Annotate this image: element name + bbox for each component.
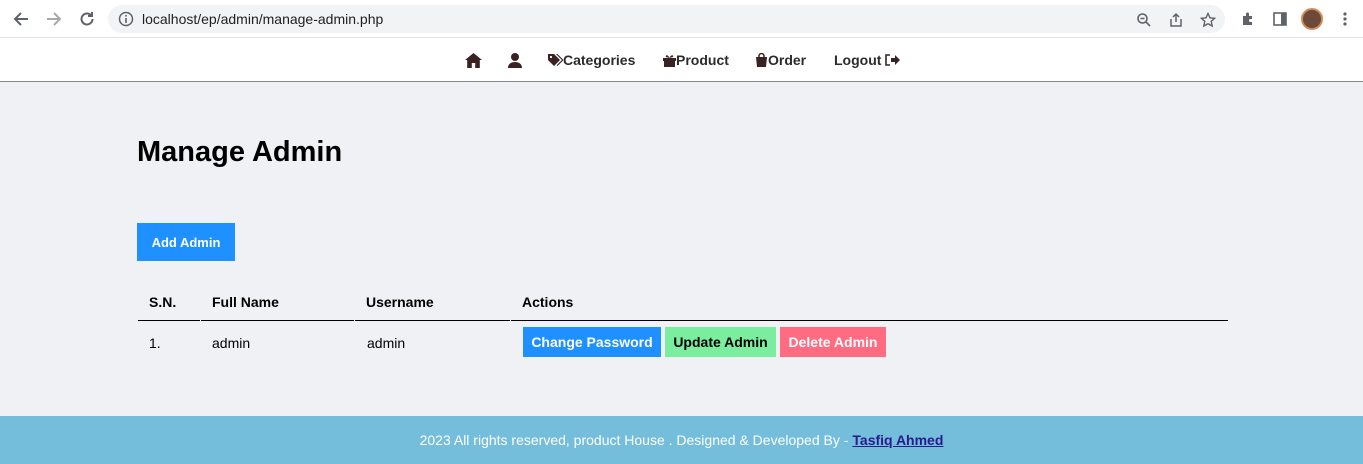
tags-icon bbox=[548, 53, 563, 66]
cell-sn: 1. bbox=[149, 335, 161, 351]
bookmark-star-icon[interactable] bbox=[1199, 11, 1217, 29]
shopping-bag-icon bbox=[756, 53, 767, 67]
nav-categories[interactable]: Categories bbox=[548, 51, 635, 69]
nav-logout-label: Logout bbox=[834, 52, 882, 68]
user-icon bbox=[508, 52, 522, 68]
nav-home[interactable] bbox=[465, 51, 482, 69]
header-username: Username bbox=[366, 294, 434, 310]
browser-toolbar: localhost/ep/admin/manage-admin.php bbox=[0, 0, 1363, 38]
site-footer: 2023 All rights reserved, product House … bbox=[0, 416, 1363, 464]
zoom-icon[interactable] bbox=[1135, 11, 1153, 29]
author-link[interactable]: Tasfiq Ahmed bbox=[852, 432, 943, 448]
home-icon bbox=[465, 52, 482, 68]
nav-product-label: Product bbox=[676, 52, 729, 68]
back-arrow-icon[interactable] bbox=[9, 7, 33, 31]
header-divider bbox=[355, 320, 510, 321]
delete-admin-button[interactable]: Delete Admin bbox=[780, 327, 886, 357]
nav-categories-label: Categories bbox=[563, 52, 636, 68]
profile-avatar[interactable] bbox=[1301, 8, 1323, 30]
nav-order[interactable]: Order bbox=[755, 51, 806, 69]
cell-full-name: admin bbox=[212, 335, 251, 351]
url-text: localhost/ep/admin/manage-admin.php bbox=[142, 11, 384, 27]
gift-icon bbox=[663, 54, 676, 67]
cell-username: admin bbox=[367, 335, 406, 351]
header-actions: Actions bbox=[522, 294, 574, 310]
nav-profile[interactable] bbox=[508, 51, 522, 69]
more-menu-icon[interactable] bbox=[1334, 8, 1356, 30]
site-navbar: Categories Product Order Logout bbox=[0, 38, 1363, 82]
header-sn: S.N. bbox=[149, 294, 177, 310]
nav-product[interactable]: Product bbox=[663, 51, 729, 69]
header-full-name: Full Name bbox=[212, 294, 279, 310]
extensions-icon[interactable] bbox=[1237, 8, 1259, 30]
sign-out-icon bbox=[885, 54, 901, 66]
forward-arrow-icon[interactable] bbox=[42, 7, 66, 31]
header-divider bbox=[511, 320, 1228, 321]
nav-order-label: Order bbox=[768, 52, 807, 68]
footer-text: 2023 All rights reserved, product House … bbox=[419, 432, 849, 448]
header-divider bbox=[201, 320, 354, 321]
site-info-icon[interactable] bbox=[118, 11, 134, 27]
address-bar[interactable]: localhost/ep/admin/manage-admin.php bbox=[108, 5, 1225, 33]
reload-icon[interactable] bbox=[75, 7, 99, 31]
change-password-button[interactable]: Change Password bbox=[523, 327, 661, 357]
side-panel-icon[interactable] bbox=[1269, 8, 1291, 30]
share-icon[interactable] bbox=[1167, 11, 1185, 29]
header-divider bbox=[138, 320, 200, 321]
add-admin-button[interactable]: Add Admin bbox=[137, 223, 235, 261]
page-title: Manage Admin bbox=[137, 136, 343, 168]
nav-logout[interactable]: Logout bbox=[834, 51, 901, 69]
update-admin-button[interactable]: Update Admin bbox=[665, 327, 776, 357]
